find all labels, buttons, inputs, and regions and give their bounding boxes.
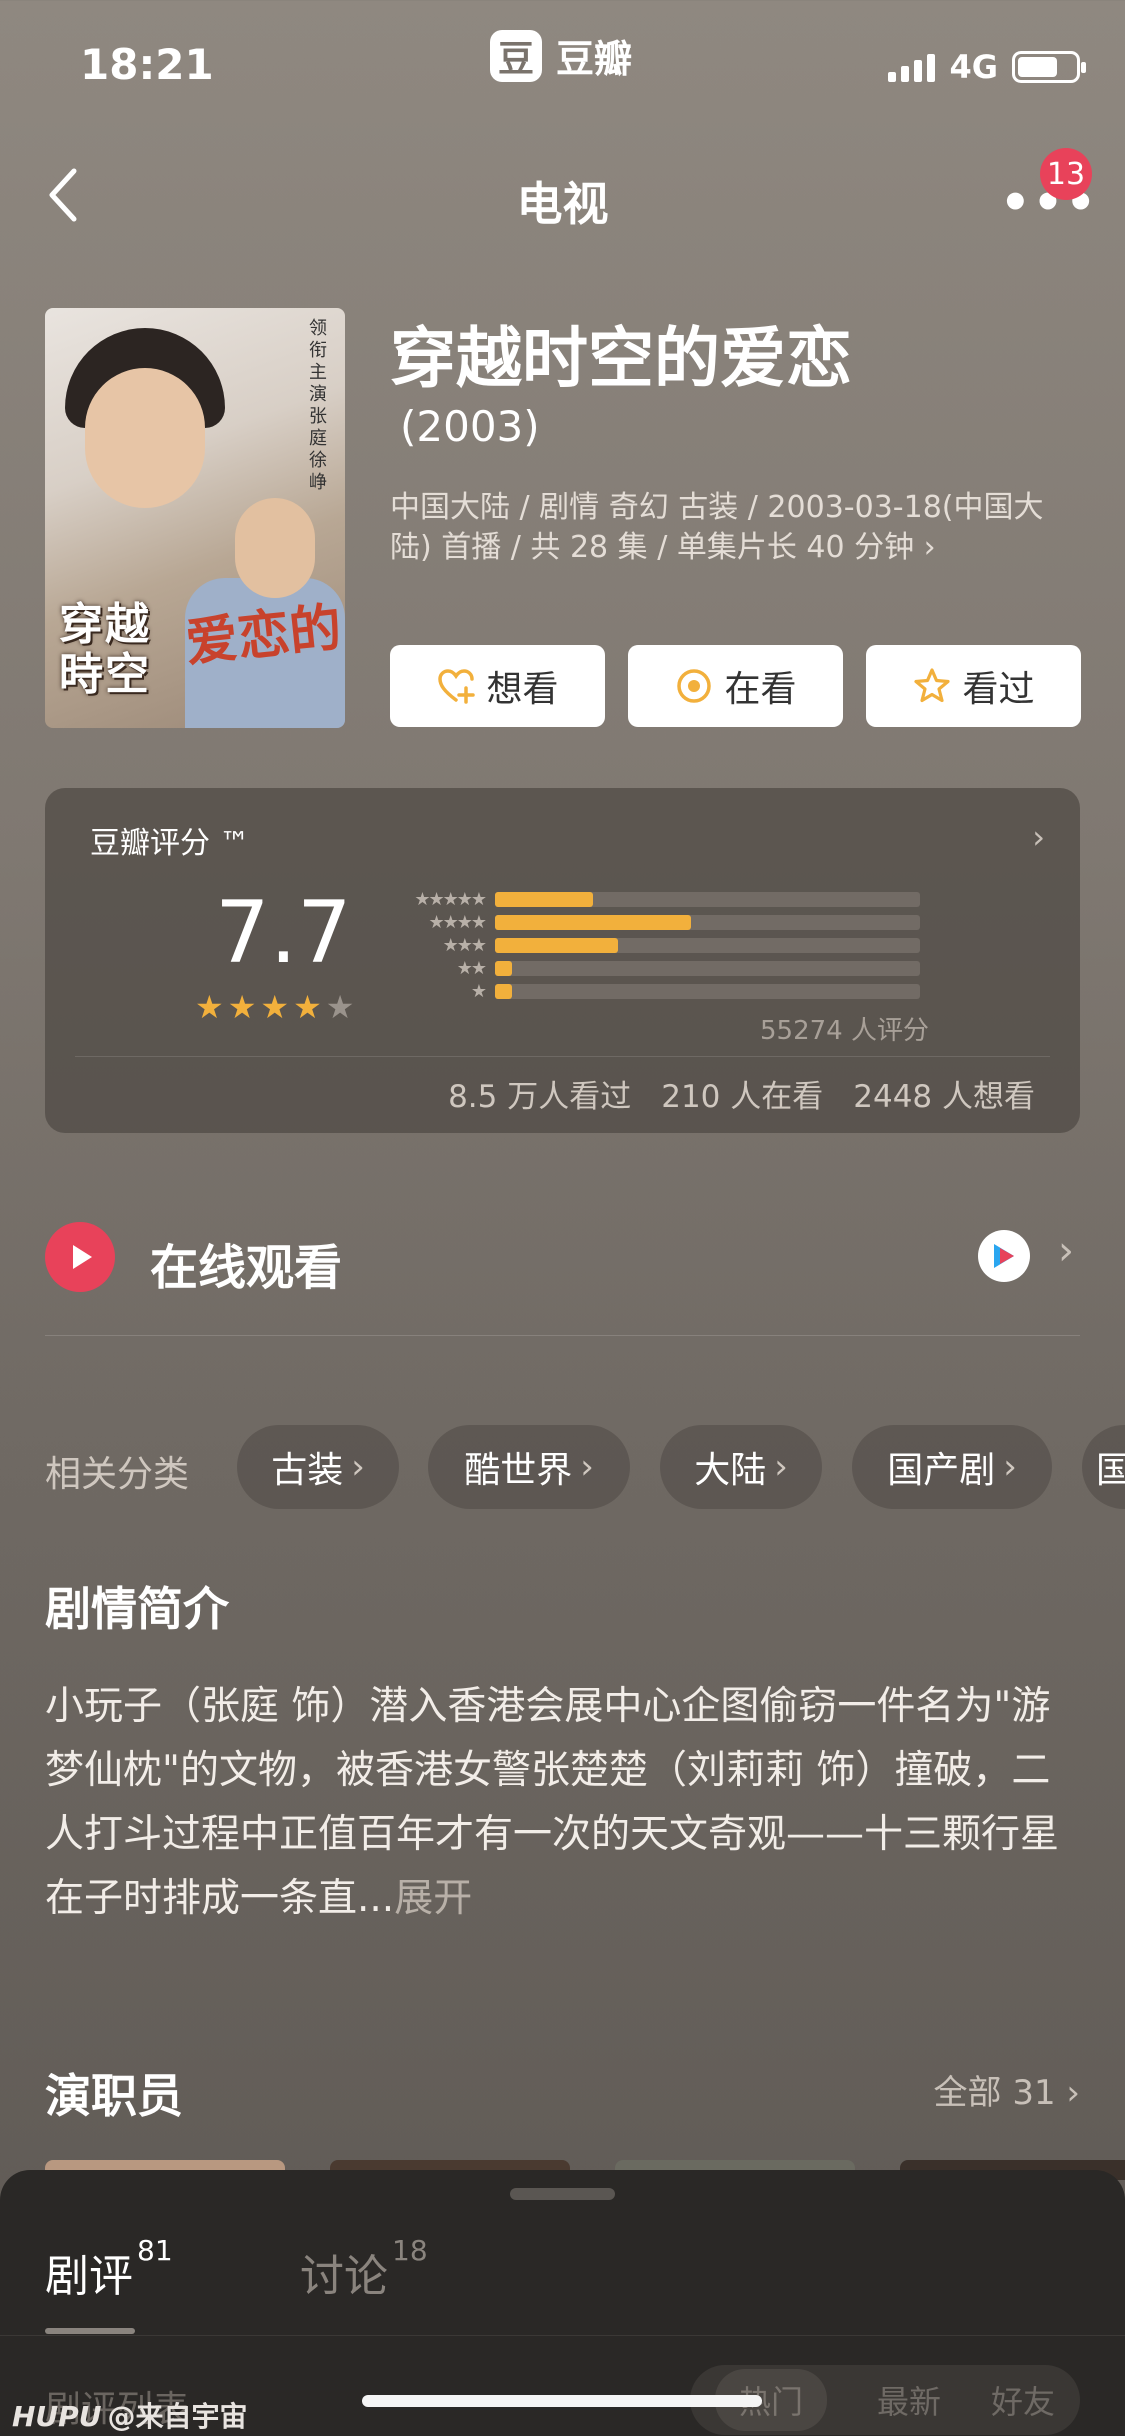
rating-bar-row: ★★	[385, 957, 920, 980]
rating-bar-stars: ★★	[456, 958, 487, 979]
rating-stats: 8.5 万人看过 210 人在看 2448 人想看	[448, 1071, 1035, 1116]
synopsis-title: 剧情简介	[45, 1582, 229, 1636]
star-icon	[914, 668, 951, 703]
watched-label: 看过	[962, 669, 1035, 710]
target-icon	[677, 669, 712, 703]
category-chip-guochanju[interactable]: 国产剧 ›	[852, 1425, 1052, 1509]
rating-bar-row: ★★★	[385, 934, 920, 957]
signal-icon	[888, 52, 936, 82]
star-filled-icon: ★	[260, 988, 290, 1026]
rating-bar-row: ★★★★★	[385, 888, 920, 911]
rating-bar-track	[495, 938, 920, 953]
rating-bar-row: ★	[385, 980, 920, 1003]
category-chip-dalu[interactable]: 大陆 ›	[660, 1425, 822, 1509]
star-filled-icon: ★	[195, 988, 224, 1026]
rating-distribution: ★★★★★ ★★★★ ★★★ ★★ ★	[385, 888, 920, 1003]
network-type: 4G	[949, 48, 998, 86]
online-watch-title[interactable]: 在线观看	[150, 1228, 342, 1298]
tab-indicator	[45, 2328, 135, 2334]
category-chip-guzhuang[interactable]: 古装 ›	[237, 1425, 399, 1509]
rating-label: 豆瓣评分 ™	[90, 826, 250, 861]
chevron-right-icon[interactable]: ›	[1058, 1228, 1074, 1274]
status-time: 18:21	[80, 40, 214, 89]
sort-latest[interactable]: 最新	[877, 2377, 941, 2423]
sheet-handle[interactable]	[510, 2188, 615, 2200]
home-indicator[interactable]	[362, 2395, 762, 2407]
want-label: 想看	[486, 669, 559, 710]
section-divider	[45, 1335, 1080, 1336]
rating-bar-track	[495, 915, 920, 930]
rating-bar-row: ★★★★	[385, 911, 920, 934]
watching-button[interactable]: 在看	[628, 645, 843, 727]
app-name: 豆瓣	[556, 37, 633, 81]
rating-card[interactable]: 豆瓣评分 ™ › 7.7 ★ ★ ★ ★ ★ ★★★★★ ★★★★ ★★★ ★★ ★ 55274…	[45, 788, 1080, 1133]
poster-side-text: 领衔主演 张庭 徐峥	[309, 318, 327, 493]
rating-bar-fill	[495, 938, 619, 953]
rating-bar-stars: ★★★★★	[414, 889, 487, 910]
sort-friends[interactable]: 好友	[991, 2377, 1055, 2423]
rating-stars: ★ ★ ★ ★ ★	[195, 988, 354, 1026]
rating-bar-fill	[495, 961, 512, 976]
synopsis-text: 小玩子（张庭 饰）潜入香港会展中心企图偷窃一件名为"游梦仙枕"的文物，被香港女警…	[45, 1684, 1060, 1921]
notification-badge: 13	[1040, 148, 1092, 200]
rating-bar-stars: ★	[470, 981, 487, 1002]
watching-label: 在看	[724, 669, 797, 710]
tab-discussion[interactable]: 讨论18	[300, 2234, 428, 2304]
star-filled-icon: ★	[293, 988, 322, 1026]
want-button[interactable]: 想看	[390, 645, 605, 727]
battery-icon	[1012, 51, 1086, 83]
app-logo: 豆 豆瓣	[490, 28, 632, 83]
rating-bar-fill	[495, 984, 512, 999]
rating-bar-stars: ★★★★	[428, 912, 487, 933]
watched-count: 8.5 万人看过	[448, 1079, 632, 1115]
chevron-right-icon: ›	[580, 1447, 594, 1487]
cast-all-link[interactable]: 全部 31 ›	[934, 2065, 1080, 2114]
page-title: 电视	[516, 177, 609, 231]
rating-bar-fill	[495, 892, 593, 907]
expand-link[interactable]: 展开	[394, 1876, 472, 1921]
tab-reviews[interactable]: 剧评81	[45, 2234, 173, 2304]
category-chip-partial[interactable]: 国	[1082, 1425, 1125, 1509]
chevron-right-icon: ›	[351, 1447, 365, 1487]
rating-bar-track	[495, 984, 920, 999]
rating-bar-track	[495, 892, 920, 907]
rating-bar-fill	[495, 915, 691, 930]
rating-count: 55274 人评分	[760, 1016, 929, 1046]
want-count: 2448 人想看	[853, 1079, 1035, 1115]
show-meta[interactable]: 中国大陆 / 剧情 奇幻 古装 / 2003-03-18(中国大陆) 首播 / …	[390, 488, 1050, 568]
rating-bar-track	[495, 961, 920, 976]
youku-icon[interactable]	[978, 1230, 1030, 1282]
watermark: HUPU @来自宇宙	[12, 2400, 248, 2433]
show-year: (2003)	[400, 402, 540, 451]
heart-plus-icon	[438, 669, 476, 704]
show-title: 穿越时空的爱恋	[390, 320, 852, 397]
poster-title-text: 穿越 時空	[59, 599, 151, 700]
douban-logo-icon: 豆	[490, 29, 542, 82]
chevron-right-icon: ›	[1003, 1447, 1017, 1487]
watched-button[interactable]: 看过	[866, 645, 1081, 727]
category-label: 相关分类	[45, 1454, 190, 1495]
cast-title: 演职员	[45, 2069, 183, 2123]
star-filled-icon: ★	[227, 988, 257, 1026]
rating-bar-stars: ★★★	[442, 935, 487, 956]
poster-image[interactable]: 领衔主演 张庭 徐峥 穿越 時空 爱恋的	[45, 308, 345, 728]
chevron-right-icon: ›	[774, 1447, 788, 1487]
chevron-right-icon: ›	[1032, 818, 1045, 856]
play-icon[interactable]	[45, 1222, 115, 1292]
watching-count: 210 人在看	[661, 1079, 824, 1115]
sheet-divider	[0, 2335, 1125, 2336]
status-indicators: 4G	[888, 48, 1086, 86]
star-empty-icon: ★	[325, 988, 355, 1026]
rating-score: 7.7	[215, 883, 352, 983]
rating-divider	[75, 1056, 1050, 1057]
category-chip-kushijie[interactable]: 酷世界 ›	[428, 1425, 630, 1509]
